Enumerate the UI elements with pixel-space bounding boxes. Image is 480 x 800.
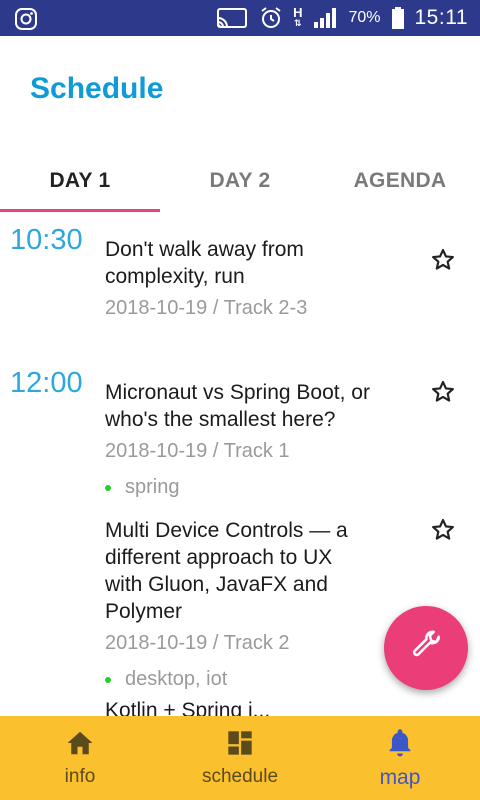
instagram-icon [14,7,38,31]
session-meta: 2018-10-19 / Track 2-3 [105,297,308,319]
session-tags: desktop, iot [105,668,405,691]
nav-label: info [64,765,96,787]
status-icons: H ⇅ 70% 15:11 [215,0,468,36]
home-icon [65,729,95,762]
session-title: Micronaut vs Spring Boot, or who's the s… [105,379,405,433]
session-title-line: with Gluon, JavaFX and [105,573,328,596]
network-type-label: H [293,5,303,20]
tab-day-2[interactable]: DAY 2 [160,150,320,212]
battery-icon [391,6,405,30]
alarm-icon [259,6,283,30]
session-item[interactable]: Kotlin + Spring i... [105,697,405,716]
tag-dot-icon [105,484,111,491]
slot-time: 10:30 [10,224,83,256]
session-title: Kotlin + Spring i... [105,697,405,716]
slot-time: 12:00 [10,367,83,399]
nav-label: map [379,765,421,789]
status-time: 15:11 [414,6,468,29]
nav-item-info[interactable]: info [0,716,160,800]
session-meta: 2018-10-19 / Track 2 [105,632,290,654]
nav-label: schedule [201,765,279,787]
session-title-line: who's the smallest here? [105,408,336,431]
tab-day-1[interactable]: DAY 1 [0,150,160,212]
session-title: Don't walk away from complexity, run [105,236,405,290]
cast-icon [215,6,249,30]
fab-button[interactable] [384,606,468,690]
signal-icon [312,6,338,30]
battery-percent: 70% [348,9,381,26]
session-item[interactable]: Micronaut vs Spring Boot, or who's the s… [105,379,405,499]
favorite-star-icon[interactable] [430,247,456,273]
status-bar: H ⇅ 70% 15:11 [0,0,480,36]
favorite-star-icon[interactable] [430,379,456,405]
session-title-line: Multi Device Controls — a [105,519,348,542]
session-tags: spring [105,476,405,499]
session-tag-label: desktop, iot [125,668,228,690]
wrench-icon [409,629,443,668]
session-title-line: different approach to UX [105,546,333,569]
session-title-line: Kotlin + Spring i... [105,699,271,716]
network-type-icon: H ⇅ [293,5,303,28]
session-title-line: complexity, run [105,265,245,288]
tab-agenda[interactable]: AGENDA [320,150,480,212]
session-title-line: Polymer [105,600,183,623]
session-item[interactable]: Multi Device Controls — a different appr… [105,517,405,691]
session-title-line: Don't walk away from [105,238,304,261]
day-tabs: DAY 1 DAY 2 AGENDA [0,150,480,212]
favorite-star-icon[interactable] [430,517,456,543]
bottom-navigation: info schedule map [0,716,480,800]
tag-dot-icon [105,676,111,683]
session-tag-label: spring [125,476,180,498]
bell-icon [386,727,414,762]
session-meta: 2018-10-19 / Track 1 [105,440,290,462]
page-title: Schedule [30,72,164,105]
dashboard-icon [226,729,254,762]
nav-item-map[interactable]: map [320,716,480,800]
session-item[interactable]: Don't walk away from complexity, run 201… [105,236,405,321]
nav-item-schedule[interactable]: schedule [160,716,320,800]
session-title: Multi Device Controls — a different appr… [105,517,405,625]
session-title-line: Micronaut vs Spring Boot, or [105,381,370,404]
